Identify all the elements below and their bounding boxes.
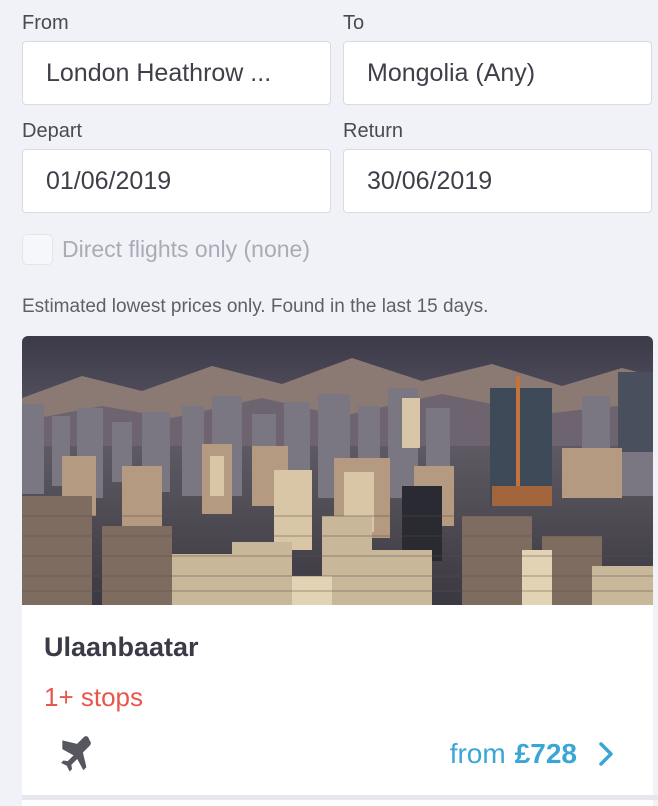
price-amount: £728 [514,738,577,769]
depart-label: Depart [22,120,83,142]
card-divider [22,795,658,800]
price-notice: Estimated lowest prices only. Found in t… [22,296,489,317]
stops-info: 1+ stops [44,682,144,712]
return-date-field[interactable]: 30/06/2019 [343,149,652,213]
chevron-right-icon [599,742,613,766]
plane-icon [61,736,91,772]
destination-city: Ulaanbaatar [44,632,199,662]
from-label: From [22,12,69,34]
depart-date-field[interactable]: 01/06/2019 [22,149,331,213]
direct-flights-label: Direct flights only (none) [62,236,310,262]
to-label: To [343,12,365,34]
city-photo [22,336,653,605]
destination-card[interactable]: Ulaanbaatar 1+ stops from £728 [22,336,653,806]
from-field[interactable]: London Heathrow ... [22,41,331,105]
to-field[interactable]: Mongolia (Any) [343,41,652,105]
direct-flights-checkbox[interactable] [22,234,53,265]
return-label: Return [343,120,404,142]
price-prefix: from [449,738,506,769]
direct-flights-row: Direct flights only (none) [22,234,310,265]
price-link[interactable]: from £728 [450,738,615,770]
